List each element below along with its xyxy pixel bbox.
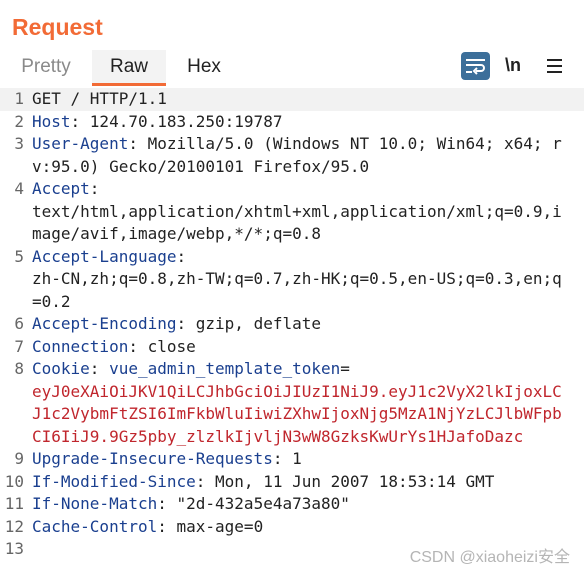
wrap-lines-button[interactable]: [461, 52, 490, 80]
header-value: text/html,application/xhtml+xml,applicat…: [32, 201, 562, 244]
header-line-accept: 4 Accept: text/html,application/xhtml+xml…: [0, 178, 584, 246]
header-value: 1: [292, 449, 302, 468]
header-key: If-Modified-Since: [32, 471, 196, 491]
line-number: 12: [4, 516, 24, 536]
tab-hex[interactable]: Hex: [176, 50, 232, 83]
header-separator: :: [176, 314, 196, 333]
header-separator: :: [195, 471, 216, 491]
header-value: zh-CN,zh;q=0.8,zh-TW;q=0.7,zh-HK;q=0.5,e…: [32, 269, 562, 311]
header-key: Cache-Control: [32, 516, 158, 536]
line-number: 4: [14, 179, 24, 198]
header-key: Host: [32, 111, 71, 131]
header-line-host: 2 Host: 124.70.183.250:19787: [0, 111, 584, 134]
header-line-connection: 7 Connection: close: [0, 336, 584, 359]
header-value: 124.70.183.250:19787: [89, 111, 283, 131]
header-line-if-none-match: 11 If-None-Match: "2d-432a5e4a73a80": [0, 493, 584, 516]
header-separator: :: [157, 494, 177, 513]
header-line-if-modified-since: 10 If-Modified-Since: Mon, 11 Jun 2007 1…: [0, 471, 584, 494]
line-number: 1: [14, 89, 24, 108]
header-separator: :: [89, 359, 110, 378]
line-number: 3: [14, 134, 24, 153]
tab-raw[interactable]: Raw: [92, 50, 166, 86]
header-separator: :: [176, 246, 187, 266]
header-line-user-agent: 3 User-Agent: Mozilla/5.0 (Windows NT 10…: [0, 133, 584, 178]
header-key: Connection: [32, 336, 129, 356]
header-key: Accept-Encoding: [32, 314, 177, 333]
header-value: close: [147, 336, 196, 356]
header-value: "2d-432a5e4a73a80": [176, 494, 350, 513]
line-number: 5: [14, 246, 24, 266]
wrap-lines-icon: [466, 59, 485, 75]
line-number: 9: [14, 449, 24, 468]
line-number: 10: [4, 471, 24, 491]
header-value: gzip, deflate: [195, 314, 321, 333]
line-number: 11: [4, 494, 24, 513]
hamburger-menu-icon[interactable]: [545, 52, 567, 80]
header-key: Cookie: [32, 359, 90, 378]
header-line-cache-control: 12 Cache-Control: max-age=0: [0, 516, 584, 539]
line-number: 8: [14, 359, 24, 378]
header-key: If-None-Match: [32, 494, 158, 513]
tab-pretty[interactable]: Pretty: [10, 50, 82, 83]
cookie-value: eyJ0eXAiOiJKV1QiLCJhbGciOiJIUzI1NiJ9.eyJ…: [32, 381, 562, 446]
cookie-name: vue_admin_template_token: [109, 359, 341, 378]
header-key: Upgrade-Insecure-Requests: [32, 449, 273, 468]
line-number: 2: [14, 111, 24, 131]
header-separator: :: [272, 449, 293, 468]
view-tabs: Pretty Raw Hex: [0, 50, 584, 86]
line-number: 13: [4, 539, 24, 558]
header-line-accept-encoding: 6 Accept-Encoding: gzip, deflate: [0, 313, 584, 336]
header-line-upgrade-insecure-requests: 9 Upgrade-Insecure-Requests: 1: [0, 448, 584, 471]
header-key: Accept: [32, 179, 90, 198]
header-separator: :: [128, 134, 148, 153]
header-separator: :: [89, 179, 100, 198]
cookie-equals: =: [340, 359, 350, 378]
request-line: 1 GET / HTTP/1.1: [0, 88, 584, 111]
header-value: max-age=0: [176, 516, 264, 536]
header-separator: :: [70, 111, 90, 131]
header-line-accept-language: 5 Accept-Language: zh-CN,zh;q=0.8,zh-TW;q…: [0, 246, 584, 314]
panel-title: Request: [12, 14, 103, 40]
header-line-cookie: 8 Cookie: vue_admin_template_token= eyJ0e…: [0, 358, 584, 448]
request-line-text: GET / HTTP/1.1: [32, 89, 167, 108]
header-separator: :: [157, 516, 177, 536]
raw-request-editor[interactable]: 1 GET / HTTP/1.1 2 Host: 124.70.183.250:…: [0, 88, 584, 561]
header-separator: :: [128, 336, 148, 356]
show-newlines-button[interactable]: \n: [505, 52, 529, 80]
header-key: User-Agent: [32, 134, 129, 153]
watermark: CSDN @xiaoheizi安全: [409, 549, 570, 566]
header-value: Mon, 11 Jun 2007 18:53:14 GMT: [215, 471, 495, 491]
line-number: 7: [14, 336, 24, 356]
header-key: Accept-Language: [32, 246, 177, 266]
line-number: 6: [14, 314, 24, 333]
